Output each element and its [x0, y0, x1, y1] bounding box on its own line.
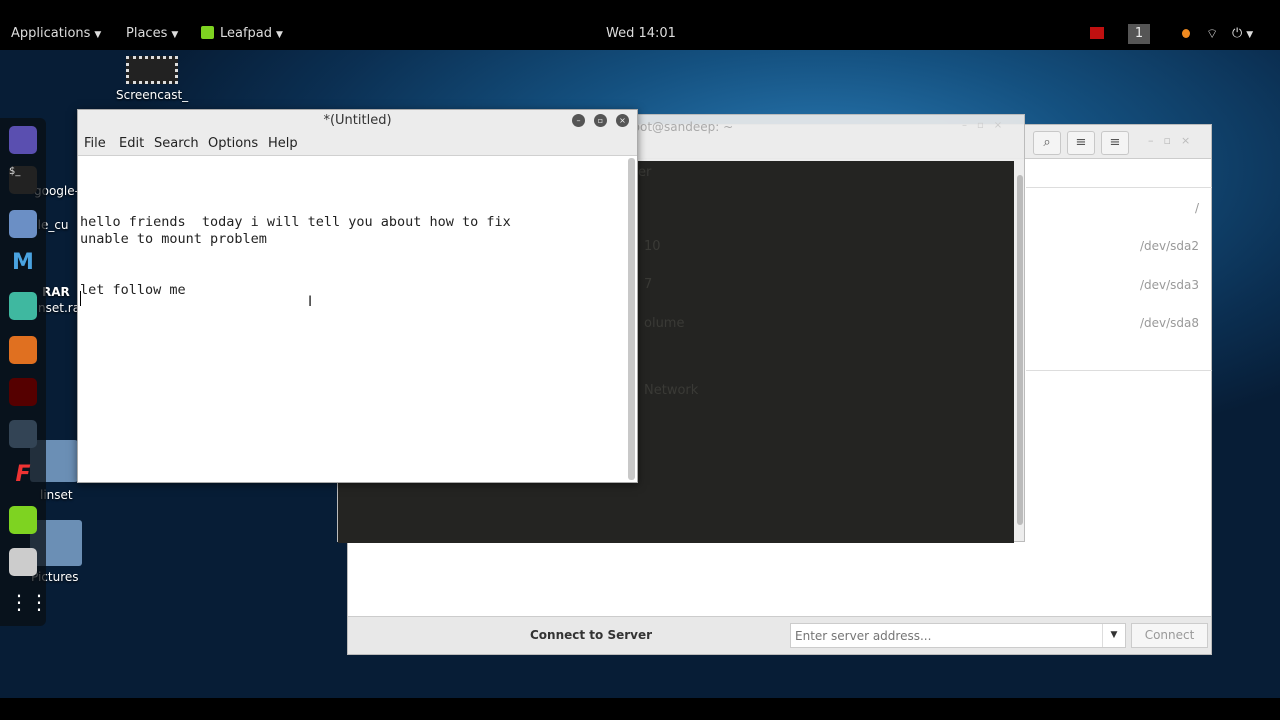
ibeam-cursor-icon: I — [308, 294, 313, 310]
power-icon[interactable]: ⏻ ▼ — [1232, 26, 1253, 41]
window-title: *(Untitled) — [78, 110, 637, 132]
settings-icon[interactable] — [9, 548, 37, 576]
workspace-indicator[interactable]: 1 — [1128, 24, 1150, 44]
metasploit-icon[interactable]: M — [9, 250, 37, 278]
minimize-icon[interactable]: – — [572, 114, 585, 127]
window-controls[interactable]: –▫× — [1148, 134, 1200, 147]
terminal-icon[interactable]: $_ — [9, 166, 37, 194]
search-icon[interactable]: ⌕ — [1033, 131, 1061, 155]
places-menu[interactable]: Places ▼ — [126, 26, 178, 41]
faraday-icon[interactable]: F — [9, 462, 37, 490]
rar-file-icon[interactable]: RAR — [42, 285, 70, 299]
app-menu[interactable]: Leafpad ▼ — [201, 26, 283, 41]
leafpad-icon[interactable] — [9, 506, 37, 534]
clock[interactable]: Wed 14:01 — [606, 26, 676, 41]
menu-options[interactable]: Options — [208, 136, 258, 151]
ghost-text: 10 — [644, 239, 661, 254]
leafpad-window: *(Untitled) – ▫ × File Edit Search Optio… — [77, 109, 638, 483]
recording-icon[interactable] — [1090, 27, 1104, 39]
chevron-down-icon: ▼ — [276, 30, 283, 40]
avatar-app-icon[interactable] — [9, 292, 37, 320]
wifi-icon[interactable]: ⌔ — [1206, 26, 1218, 42]
chevron-down-icon[interactable]: ▼ — [1102, 624, 1125, 647]
connect-bar: Connect to Server ▼ Connect — [348, 616, 1211, 654]
pidgin-icon[interactable] — [9, 126, 37, 154]
text-cursor — [80, 291, 81, 306]
terminal-title: root@sandeep: ~ — [628, 120, 734, 134]
text-editor[interactable]: hello friends today i will tell you abou… — [80, 180, 620, 299]
window-controls[interactable]: –▫× — [962, 120, 1012, 131]
connect-button[interactable]: Connect — [1131, 623, 1208, 648]
divider — [1026, 187, 1212, 188]
ghost-text: 7 — [644, 277, 653, 292]
close-icon[interactable]: × — [616, 114, 629, 127]
menu-edit[interactable]: Edit — [119, 136, 144, 151]
notification-icon[interactable] — [1182, 29, 1190, 38]
menu-file[interactable]: File — [84, 136, 106, 151]
device-sda3[interactable]: /dev/sda3 — [1140, 278, 1199, 292]
menubar: File Edit Search Options Help — [78, 132, 637, 156]
chevron-down-icon: ▼ — [171, 30, 179, 40]
server-address-input[interactable] — [790, 623, 1126, 648]
chevron-down-icon: ▼ — [94, 30, 102, 40]
scrollbar[interactable] — [1017, 175, 1023, 525]
connect-label: Connect to Server — [530, 628, 653, 642]
scrollbar[interactable] — [628, 158, 635, 480]
files-icon[interactable] — [9, 210, 37, 238]
device-root[interactable]: / — [1195, 201, 1199, 215]
device-sda2[interactable]: /dev/sda2 — [1140, 239, 1199, 253]
menu-icon[interactable]: ≡ — [1101, 131, 1129, 155]
view-menu-icon[interactable]: ≡ — [1067, 131, 1095, 155]
divider — [1026, 370, 1212, 371]
show-apps-icon[interactable]: ⋮⋮ — [9, 590, 49, 618]
desktop-icon-label[interactable]: Screencast_ — [116, 88, 188, 102]
ghost-text: er — [638, 165, 652, 180]
maltego-icon[interactable] — [9, 420, 37, 448]
menu-help[interactable]: Help — [268, 136, 298, 151]
dock: $_ M F ⋮⋮ — [0, 118, 49, 626]
leafpad-icon — [201, 26, 214, 39]
screencast-file-icon[interactable] — [126, 56, 178, 84]
maximize-icon[interactable]: ▫ — [594, 114, 607, 127]
device-sda8[interactable]: /dev/sda8 — [1140, 316, 1199, 330]
ghost-text: Network — [644, 383, 699, 398]
armitage-icon[interactable] — [9, 378, 37, 406]
applications-menu[interactable]: Applications ▼ — [11, 26, 101, 41]
menu-search[interactable]: Search — [154, 136, 199, 151]
top-panel: Applications ▼ Places ▼ Leafpad ▼ Wed 14:01… — [0, 18, 1280, 50]
ghost-text: olume — [644, 316, 685, 331]
burpsuite-icon[interactable] — [9, 336, 37, 364]
